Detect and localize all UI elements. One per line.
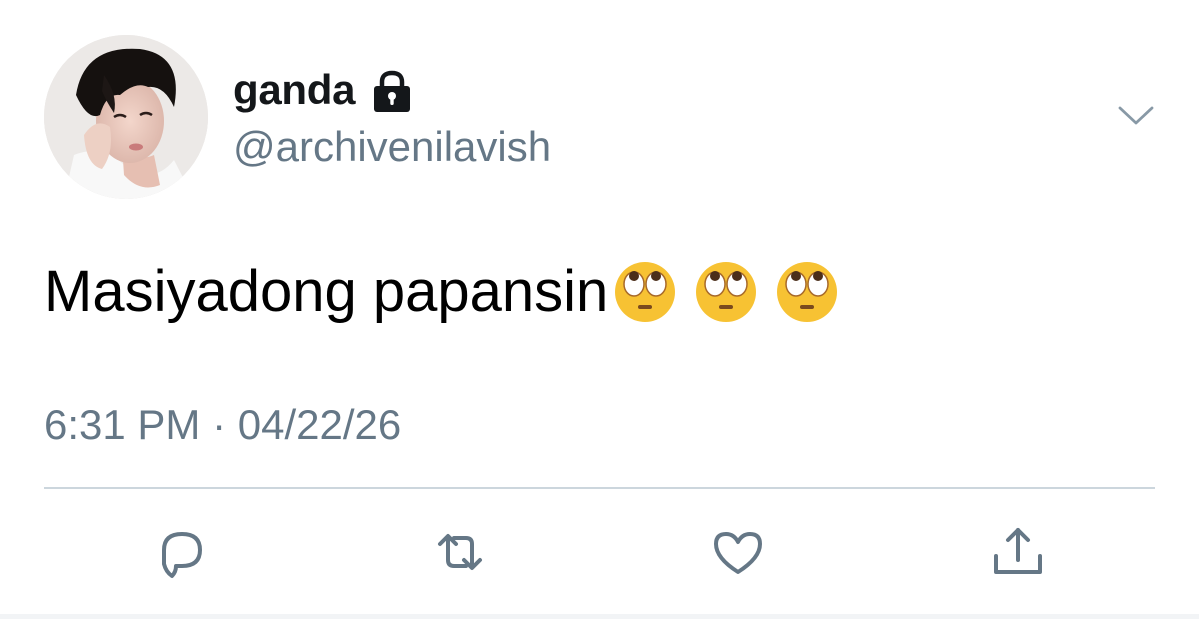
reply-icon <box>162 532 202 578</box>
eye-roll-emoji <box>693 259 759 325</box>
retweet-button[interactable] <box>428 520 492 584</box>
lock-icon <box>369 69 415 115</box>
display-name[interactable]: ganda <box>233 64 355 116</box>
tweet-text-body: Masiyadong papansin <box>44 259 609 324</box>
chevron-down-icon[interactable] <box>1118 104 1154 128</box>
divider <box>44 487 1155 489</box>
like-button[interactable] <box>706 520 770 584</box>
retweet-icon <box>438 534 482 570</box>
action-bar <box>0 520 1199 584</box>
eye-roll-emoji <box>774 259 840 325</box>
tweet-timestamp[interactable]: 6:31 PM · 04/22/26 <box>44 398 401 452</box>
reply-button[interactable] <box>150 520 214 584</box>
profile-photo <box>44 35 208 199</box>
bottom-separator <box>0 614 1199 619</box>
avatar[interactable] <box>44 35 208 199</box>
eye-roll-emoji <box>612 259 678 325</box>
author-name-row: ganda <box>233 64 415 116</box>
share-icon <box>994 528 1042 574</box>
share-button[interactable] <box>986 520 1050 584</box>
tweet-text: Masiyadong papansin <box>44 252 855 332</box>
heart-icon <box>714 532 762 574</box>
emoji-group <box>612 259 855 325</box>
author-handle[interactable]: @archivenilavish <box>233 122 551 172</box>
